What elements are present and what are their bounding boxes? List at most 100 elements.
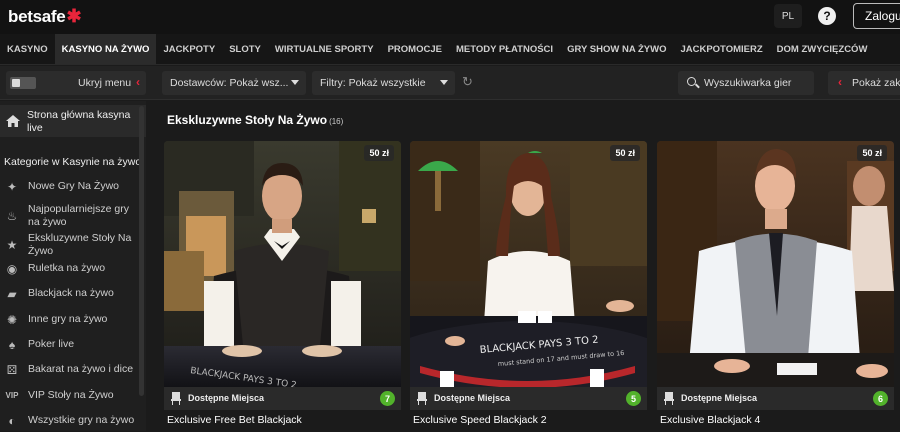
sidebar-item-label: Ekskluzywne Stoły Na Żywo <box>28 232 132 257</box>
providers-label: Dostawców: Pokaż wsz... <box>170 77 289 89</box>
game-title[interactable]: Exclusive Blackjack 4 <box>660 414 760 426</box>
chevron-left-icon: ‹ <box>838 75 842 89</box>
sidebar-item-poker[interactable]: ♠ Poker live <box>0 334 140 356</box>
sidebar: Strona główna kasyna live Kategorie w Ka… <box>0 101 146 431</box>
seats-label: Dostępne Miejsca <box>188 393 265 403</box>
search-icon <box>687 77 696 86</box>
hide-menu-label: Ukryj menu <box>78 77 132 89</box>
sidebar-item-vip[interactable]: VIP VIP Stoły na Żywo <box>0 385 140 407</box>
vip-icon: VIP <box>5 391 19 400</box>
section-title: Ekskluzywne Stoły Na Żywo <box>167 113 328 127</box>
filter-label: Filtry: Pokaż wszystkie <box>320 77 426 89</box>
sidebar-item-popular[interactable]: ♨ Najpopularniejsze gry na żywo <box>0 203 140 228</box>
nav-item-kasyno[interactable]: KASYNO <box>0 34 55 64</box>
dealer-image: BLACKJACK PAYS 3 TO 2 must stand on 17 a… <box>410 141 647 387</box>
seats-count-badge: 5 <box>626 391 641 406</box>
sidebar-item-roulette[interactable]: ◉ Ruletka na żywo <box>0 258 140 280</box>
sidebar-item-label: Poker live <box>28 338 75 350</box>
chip-icon: ✺ <box>6 313 18 327</box>
help-icon[interactable]: ? <box>818 7 836 25</box>
game-card[interactable]: 50 zł Dostępne Miejsca 6 Exclusive Black… <box>657 141 894 431</box>
language-selector[interactable]: PL <box>774 4 802 28</box>
sidebar-item-label: Inne gry na żywo <box>28 313 108 325</box>
nav-item-sloty[interactable]: SLOTY <box>222 34 268 64</box>
game-count: (16) <box>329 117 344 126</box>
roulette-icon: ◉ <box>6 262 18 276</box>
show-bets-label: Pokaż zakła <box>852 77 900 89</box>
game-title[interactable]: Exclusive Speed Blackjack 2 <box>413 414 547 426</box>
toggle-switch[interactable] <box>10 77 36 89</box>
nav-item-metody-platnosci[interactable]: METODY PŁATNOŚCI <box>449 34 560 64</box>
game-card[interactable]: BLACKJACK PAYS 3 TO 2 50 zł Dostępne Mie… <box>164 141 401 431</box>
sidebar-item-other[interactable]: ✺ Inne gry na żywo <box>0 309 140 331</box>
sidebar-home-label: Strona główna kasyna live <box>27 109 131 134</box>
chair-icon <box>171 392 181 405</box>
chevron-down-icon <box>291 80 299 85</box>
filter-select[interactable]: Filtry: Pokaż wszystkie <box>312 71 455 95</box>
sidebar-section-title: Kategorie w Kasynie na żywo <box>4 156 142 168</box>
chevron-left-icon: ‹ <box>136 75 140 89</box>
search-placeholder: Wyszukiwarka gier <box>704 77 792 89</box>
flame-icon: ♨ <box>6 209 18 223</box>
bet-limit-badge: 50 zł <box>857 145 887 161</box>
sidebar-item-label: Nowe Gry Na Żywo <box>28 180 120 192</box>
nav-item-kasyno-na-zywo[interactable]: KASYNO NA ŻYWO <box>54 34 157 64</box>
sparkle-icon: ✦ <box>6 180 18 194</box>
refresh-icon[interactable]: ↻ <box>462 74 473 90</box>
seats-bar: Dostępne Miejsca 5 <box>410 387 647 410</box>
game-thumbnail[interactable]: BLACKJACK PAYS 3 TO 2 must stand on 17 a… <box>410 141 647 387</box>
game-thumbnail[interactable]: 50 zł <box>657 141 894 387</box>
top-bar: betsafe✱ PL ? Zaloguj <box>0 0 900 34</box>
bet-limit-badge: 50 zł <box>610 145 640 161</box>
sidebar-item-label: Ruletka na żywo <box>28 262 106 274</box>
filter-bar: Ukryj menu ‹ Dostawców: Pokaż wsz... Fil… <box>0 66 900 100</box>
seats-count-badge: 6 <box>873 391 888 406</box>
logo-text: betsafe <box>8 6 66 26</box>
chair-icon <box>664 392 674 405</box>
login-button[interactable]: Zaloguj <box>853 3 900 29</box>
sidebar-item-label: VIP Stoły na Żywo <box>28 389 114 401</box>
sidebar-item-blackjack[interactable]: ▰ Blackjack na żywo <box>0 283 140 305</box>
star-icon: ★ <box>6 238 18 252</box>
bet-limit-badge: 50 zł <box>364 145 394 161</box>
search-input[interactable]: Wyszukiwarka gier <box>678 71 814 95</box>
nav-item-jackpoty[interactable]: JACKPOTY <box>156 34 222 64</box>
sidebar-item-label: Wszystkie gry na żywo <box>28 414 135 426</box>
game-title[interactable]: Exclusive Free Bet Blackjack <box>167 414 302 426</box>
game-thumbnail[interactable]: BLACKJACK PAYS 3 TO 2 50 zł <box>164 141 401 387</box>
spade-icon: ♠ <box>8 338 16 352</box>
sidebar-item-label: Blackjack na żywo <box>28 287 114 299</box>
sidebar-item-label: Najpopularniejsze gry na żywo <box>28 203 129 228</box>
seats-bar: Dostępne Miejsca 6 <box>657 387 894 410</box>
sidebar-item-new-games[interactable]: ✦ Nowe Gry Na Żywo <box>0 176 140 198</box>
nav-item-wirtualne-sporty[interactable]: WIRTUALNE SPORTY <box>268 34 381 64</box>
chevron-down-icon <box>440 80 448 85</box>
sidebar-item-home[interactable]: Strona główna kasyna live <box>0 105 146 137</box>
page-title: Ekskluzywne Stoły Na Żywo (16) <box>167 113 343 127</box>
main-nav: KASYNO KASYNO NA ŻYWO JACKPOTY SLOTY WIR… <box>0 34 900 65</box>
sidebar-scrollbar[interactable] <box>139 106 144 396</box>
seats-bar: Dostępne Miejsca 7 <box>164 387 401 410</box>
all-games-icon: ◐ <box>8 414 16 428</box>
nav-item-dom-zwyciezcow[interactable]: DOM ZWYCIĘZCÓW <box>770 34 875 64</box>
seats-count-badge: 7 <box>380 391 395 406</box>
providers-select[interactable]: Dostawców: Pokaż wsz... <box>162 71 306 95</box>
dealer-image: BLACKJACK PAYS 3 TO 2 <box>164 141 401 387</box>
cards-icon: ▰ <box>7 287 17 301</box>
nav-item-jackpotomierz[interactable]: JACKPOTOMIERZ <box>673 34 769 64</box>
star-logo-icon: ✱ <box>66 6 82 26</box>
home-icon <box>6 115 20 127</box>
sidebar-item-baccarat[interactable]: ⚄ Bakarat na żywo i dice <box>0 359 140 381</box>
logo[interactable]: betsafe ✱ <box>8 6 82 27</box>
seats-label: Dostępne Miejsca <box>434 393 511 403</box>
nav-item-gry-show[interactable]: GRY SHOW NA ŻYWO <box>560 34 673 64</box>
sidebar-item-all[interactable]: ◐ Wszystkie gry na żywo <box>0 410 140 432</box>
show-bets-button[interactable]: ‹ Pokaż zakła <box>828 71 900 95</box>
nav-item-promocje[interactable]: PROMOCJE <box>381 34 449 64</box>
dealer-image <box>657 141 894 387</box>
game-card[interactable]: BLACKJACK PAYS 3 TO 2 must stand on 17 a… <box>410 141 647 431</box>
dice-icon: ⚄ <box>6 363 18 377</box>
chair-icon <box>417 392 427 405</box>
sidebar-item-exclusive[interactable]: ★ Ekskluzywne Stoły Na Żywo <box>0 232 140 257</box>
hide-menu-toggle[interactable]: Ukryj menu ‹ <box>6 71 146 95</box>
